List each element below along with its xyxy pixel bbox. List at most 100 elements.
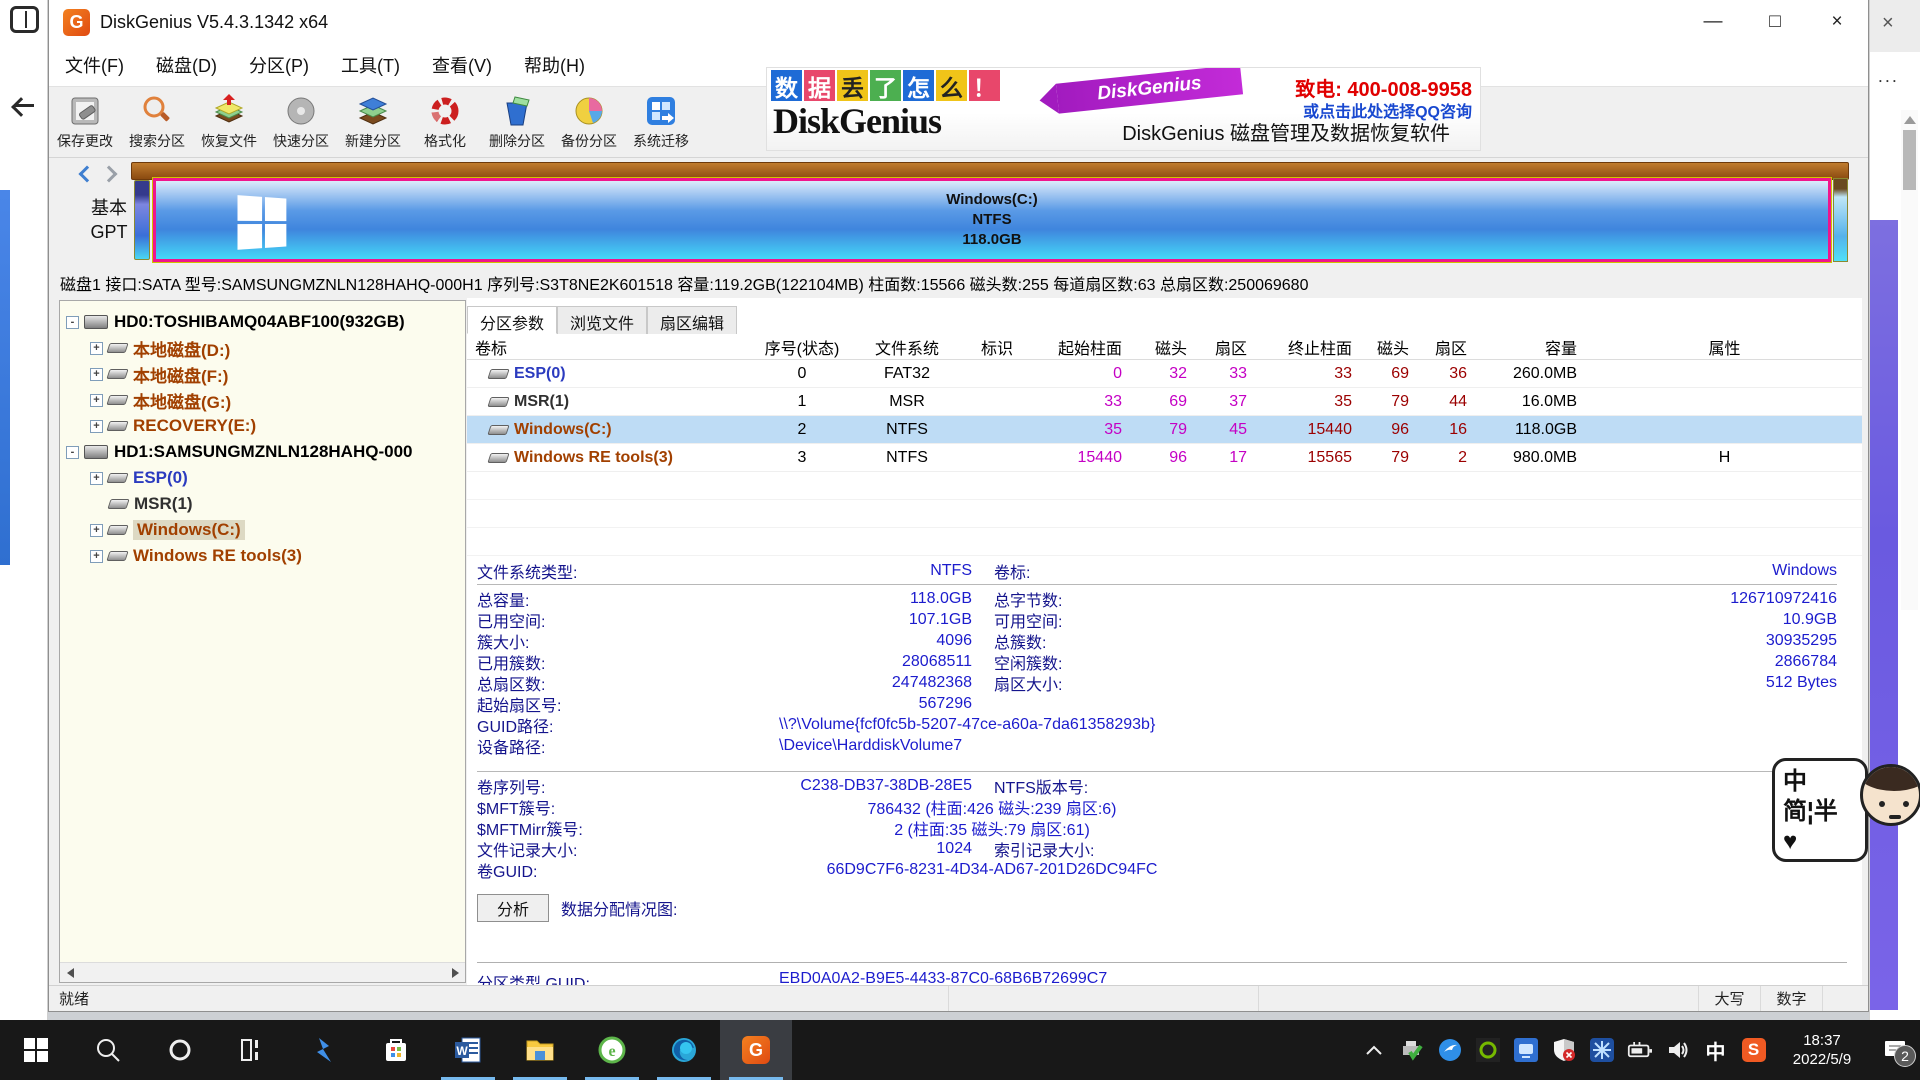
background-close-icon[interactable]: ×: [1882, 14, 1900, 32]
tree-item-windows-c[interactable]: + Windows(C:): [90, 517, 245, 543]
expand-icon[interactable]: +: [90, 472, 103, 485]
start-button[interactable]: [0, 1020, 72, 1080]
col-filesystem[interactable]: 文件系统: [857, 335, 957, 359]
menu-tools[interactable]: 工具(T): [325, 46, 416, 84]
expand-icon[interactable]: +: [90, 524, 103, 537]
tree-item-local-f[interactable]: + 本地磁盘(F:): [90, 361, 228, 387]
floating-widget[interactable]: 中 简¦半 ♥: [1772, 758, 1920, 870]
app-lightning-button[interactable]: [288, 1020, 360, 1080]
minimize-button[interactable]: —: [1682, 0, 1744, 44]
expand-icon[interactable]: +: [90, 550, 103, 563]
table-row-esp[interactable]: ESP(0) 0 FAT32 0 32 33 33 69 36 260.0MB: [467, 360, 1862, 388]
partition-bar-esp[interactable]: [134, 180, 150, 260]
col-volume-label[interactable]: 卷标: [467, 335, 747, 359]
scroll-left-arrow-icon[interactable]: [60, 964, 80, 982]
edge-button[interactable]: [648, 1020, 720, 1080]
promo-banner[interactable]: 数据丢了怎么！ DiskGenius DiskGenius 致电: 400-00…: [766, 67, 1481, 151]
col-start-head[interactable]: 磁头: [1132, 335, 1197, 359]
menu-help[interactable]: 帮助(H): [508, 46, 601, 84]
menu-file[interactable]: 文件(F): [49, 46, 140, 84]
partition-bar-windows-c[interactable]: Windows(C:) NTFS 118.0GB: [153, 178, 1831, 262]
recover-files-button[interactable]: 恢复文件: [193, 87, 265, 157]
partition-bar-re-tools[interactable]: [1833, 178, 1848, 262]
ie-browser-button[interactable]: e: [576, 1020, 648, 1080]
cartoon-face-icon[interactable]: [1860, 764, 1920, 826]
col-start-cyl[interactable]: 起始柱面: [1037, 335, 1132, 359]
scrollbar-thumb[interactable]: [1903, 130, 1916, 190]
col-end-head[interactable]: 磁头: [1362, 335, 1419, 359]
window-title: DiskGenius V5.4.3.1342 x64: [100, 12, 328, 33]
tree-item-hd1[interactable]: - HD1:SAMSUNGMZNLN128HAHQ-000: [66, 439, 413, 465]
delete-partition-button[interactable]: 删除分区: [481, 87, 553, 157]
new-partition-button[interactable]: 新建分区: [337, 87, 409, 157]
ellipsis-menu-icon[interactable]: ∙∙∙: [1878, 70, 1899, 91]
tab-browse-files[interactable]: 浏览文件: [557, 306, 647, 334]
nvidia-tray-icon[interactable]: [1475, 1038, 1500, 1063]
expand-icon[interactable]: +: [90, 368, 103, 381]
next-disk-icon[interactable]: [101, 166, 118, 183]
intel-graphics-tray-icon[interactable]: [1513, 1038, 1538, 1063]
col-end-sector[interactable]: 扇区: [1419, 335, 1477, 359]
diskgenius-taskbar-button[interactable]: G: [720, 1020, 792, 1080]
table-row-msr[interactable]: MSR(1) 1 MSR 33 69 37 35 79 44 16.0MB: [467, 388, 1862, 416]
tab-partition-params[interactable]: 分区参数: [467, 306, 557, 334]
close-button[interactable]: ×: [1806, 0, 1868, 44]
snowflake-tray-icon[interactable]: [1589, 1038, 1614, 1063]
taskbar-search-button[interactable]: [72, 1020, 144, 1080]
widget-box[interactable]: 中 简¦半 ♥: [1772, 758, 1868, 862]
menu-partition[interactable]: 分区(P): [233, 46, 325, 84]
clock[interactable]: 18:37 2022/5/9: [1779, 1031, 1865, 1069]
action-center-button[interactable]: 2: [1878, 1035, 1912, 1065]
tree-item-local-d[interactable]: + 本地磁盘(D:): [90, 335, 230, 361]
search-partition-button[interactable]: 搜索分区: [121, 87, 193, 157]
file-explorer-button[interactable]: [504, 1020, 576, 1080]
back-arrow-icon[interactable]: [14, 96, 34, 116]
collapse-icon[interactable]: -: [66, 316, 79, 329]
expand-icon[interactable]: +: [90, 394, 103, 407]
defender-tray-icon[interactable]: [1551, 1038, 1576, 1063]
tree-item-recovery-e[interactable]: + RECOVERY(E:): [90, 413, 256, 439]
save-changes-button[interactable]: 保存更改: [49, 87, 121, 157]
tab-sector-edit[interactable]: 扇区编辑: [647, 306, 737, 334]
printer-tray-icon[interactable]: [1399, 1038, 1424, 1063]
ms-store-button[interactable]: [360, 1020, 432, 1080]
maximize-button[interactable]: □: [1744, 0, 1806, 44]
col-attr[interactable]: 属性: [1587, 335, 1862, 359]
col-capacity[interactable]: 容量: [1477, 335, 1587, 359]
tree-item-re-tools[interactable]: + Windows RE tools(3): [90, 543, 302, 569]
backup-partition-button[interactable]: 备份分区: [553, 87, 625, 157]
tree-item-local-g[interactable]: + 本地磁盘(G:): [90, 387, 231, 413]
col-start-sector[interactable]: 扇区: [1197, 335, 1257, 359]
tray-expand-chevron-icon[interactable]: [1361, 1038, 1386, 1063]
table-row-windows-c-selected[interactable]: Windows(C:) 2 NTFS 35 79 45 15440 96 16 …: [467, 416, 1862, 444]
background-scrollbar[interactable]: [1901, 110, 1918, 610]
menu-disk[interactable]: 磁盘(D): [140, 46, 233, 84]
messenger-tray-icon[interactable]: [1437, 1038, 1462, 1063]
tree-horizontal-scrollbar[interactable]: [60, 962, 465, 982]
col-flag[interactable]: 标识: [957, 335, 1037, 359]
battery-tray-icon[interactable]: [1627, 1038, 1652, 1063]
collapse-icon[interactable]: -: [66, 446, 79, 459]
expand-icon[interactable]: +: [90, 342, 103, 355]
analyze-button[interactable]: 分析: [477, 894, 549, 922]
ime-indicator[interactable]: 中: [1703, 1038, 1728, 1063]
quick-partition-button[interactable]: 快速分区: [265, 87, 337, 157]
tree-item-esp[interactable]: + ESP(0): [90, 465, 188, 491]
task-view-button[interactable]: [216, 1020, 288, 1080]
tree-item-hd0[interactable]: - HD0:TOSHIBAMQ04ABF100(932GB): [66, 309, 405, 335]
cortana-button[interactable]: [144, 1020, 216, 1080]
col-end-cyl[interactable]: 终止柱面: [1257, 335, 1362, 359]
sogou-tray-icon[interactable]: S: [1741, 1038, 1766, 1063]
tree-item-msr[interactable]: MSR(1): [109, 491, 193, 517]
scroll-up-arrow-icon[interactable]: [1904, 116, 1916, 124]
prev-disk-icon[interactable]: [79, 166, 96, 183]
menu-view[interactable]: 查看(V): [416, 46, 508, 84]
table-row-re-tools[interactable]: Windows RE tools(3) 3 NTFS 15440 96 17 1…: [467, 444, 1862, 472]
format-button[interactable]: 格式化: [409, 87, 481, 157]
col-index-status[interactable]: 序号(状态): [747, 335, 857, 359]
scroll-right-arrow-icon[interactable]: [445, 964, 465, 982]
expand-icon[interactable]: +: [90, 420, 103, 433]
system-migrate-button[interactable]: 系统迁移: [625, 87, 697, 157]
word-button[interactable]: W: [432, 1020, 504, 1080]
volume-tray-icon[interactable]: [1665, 1038, 1690, 1063]
